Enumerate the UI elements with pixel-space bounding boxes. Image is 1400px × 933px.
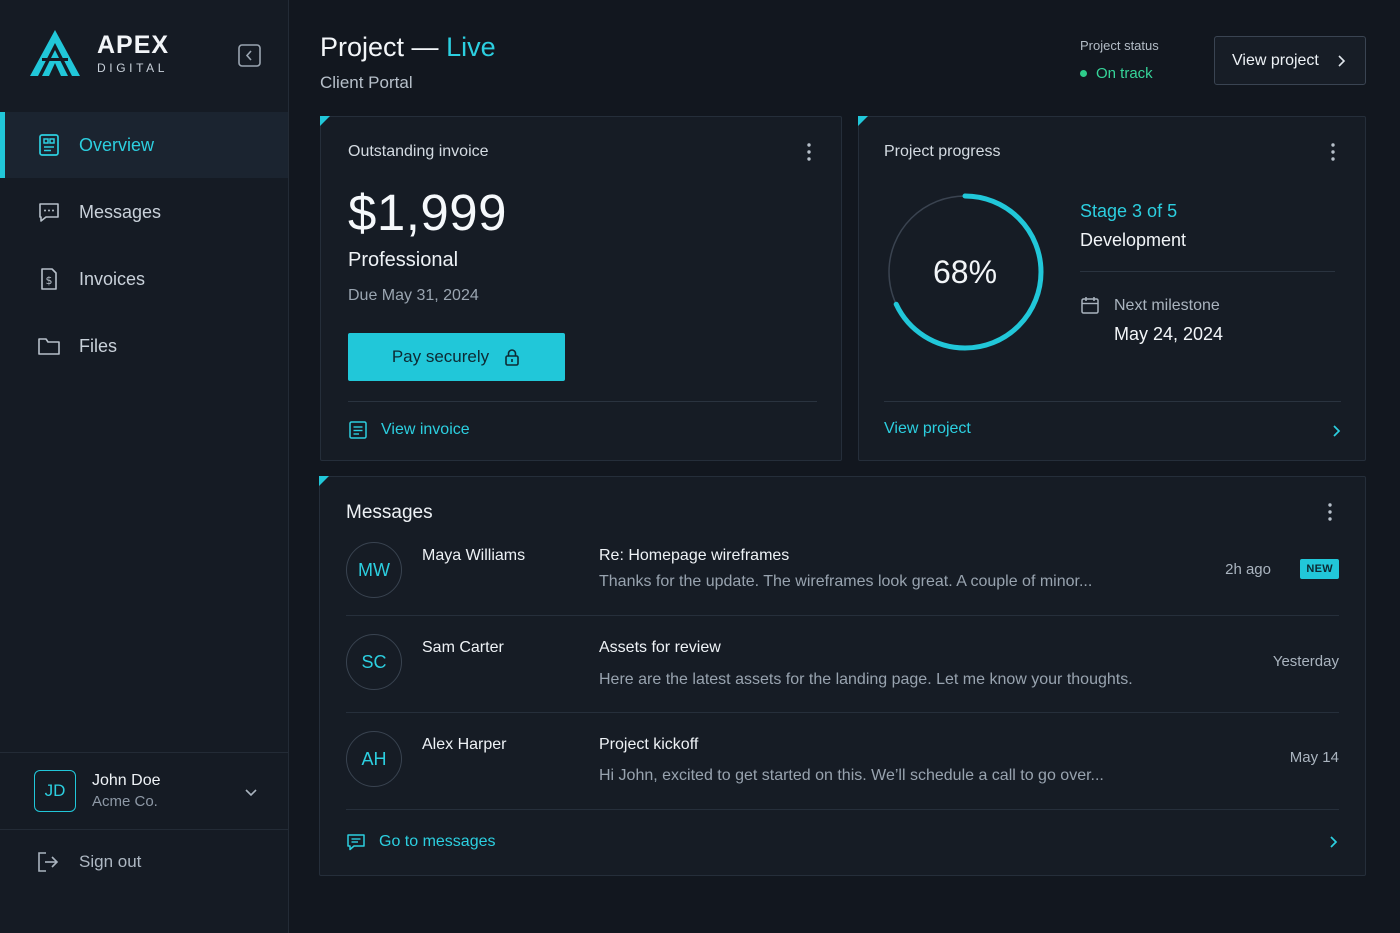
- apex-logo-icon: [30, 30, 80, 76]
- chevron-down-icon[interactable]: [244, 785, 258, 799]
- sidebar-item-label: Files: [79, 335, 118, 356]
- chat-icon: [347, 834, 365, 851]
- brand-subtitle: DIGITAL: [97, 61, 168, 75]
- progress-percent: 68%: [932, 253, 998, 290]
- card-corner-accent: [319, 476, 329, 486]
- sidebar-item-invoices[interactable]: $ Invoices: [0, 246, 288, 312]
- card-title: Outstanding invoice: [348, 143, 489, 160]
- overview-icon: [39, 134, 59, 156]
- messages-card: Messages MW Maya Williams Re: Homepage w…: [319, 476, 1366, 876]
- outstanding-invoice-card: Outstanding invoice $1,999 Professional …: [320, 116, 842, 461]
- calendar-icon: [1081, 297, 1099, 314]
- go-to-messages-link[interactable]: Go to messages: [346, 832, 496, 852]
- message-row[interactable]: SC Sam Carter Assets for review Here are…: [346, 629, 1339, 725]
- next-milestone-label: Next milestone: [1114, 297, 1220, 314]
- chevron-right-icon: [1338, 55, 1346, 67]
- brand-name: APEX: [97, 31, 170, 59]
- sidebar-item-label: Invoices: [79, 268, 146, 289]
- sidebar-item-overview[interactable]: Overview: [0, 112, 288, 178]
- avatar: MW: [346, 542, 402, 598]
- sidebar-item-label: Messages: [79, 201, 162, 222]
- card-title: Project progress: [884, 143, 1001, 160]
- invoice-due-date: Due May 31, 2024: [348, 287, 479, 304]
- divider: [346, 809, 1339, 810]
- project-status-value: On track: [1096, 65, 1153, 82]
- invoice-plan: Professional: [348, 249, 459, 271]
- divider: [346, 615, 1339, 616]
- card-corner-accent: [320, 116, 330, 126]
- avatar: AH: [346, 731, 402, 787]
- more-options-icon[interactable]: [1323, 141, 1343, 163]
- new-badge: NEW: [1300, 559, 1339, 579]
- view-invoice-link[interactable]: View invoice: [348, 420, 470, 440]
- invoice-icon: $: [41, 268, 57, 290]
- sidebar-item-messages[interactable]: Messages: [0, 179, 288, 245]
- message-subject: Re: Homepage wireframes: [599, 547, 790, 564]
- messages-title: Messages: [346, 502, 433, 523]
- message-row[interactable]: AH Alex Harper Project kickoff Hi John, …: [346, 726, 1339, 822]
- divider: [1080, 271, 1335, 272]
- sidebar-item-label: Overview: [79, 134, 155, 155]
- go-to-messages-label: Go to messages: [379, 833, 496, 850]
- project-status-label: Project status: [1080, 38, 1159, 53]
- folder-icon: [38, 338, 60, 355]
- message-time: Yesterday: [1272, 653, 1339, 670]
- message-time: 2h ago: [1225, 561, 1271, 578]
- message-preview: Hi John, excited to get started on this.…: [599, 767, 1104, 784]
- collapse-sidebar-icon: [238, 44, 261, 67]
- sidebar: APEX DIGITAL Overview Messages $ Invoice…: [0, 0, 289, 933]
- message-preview: Thanks for the update. The wireframes lo…: [599, 573, 1093, 590]
- message-sender: Maya Williams: [422, 547, 526, 564]
- more-options-icon[interactable]: [1320, 501, 1340, 523]
- view-project-button[interactable]: View project: [1214, 36, 1366, 85]
- message-preview: Here are the latest assets for the landi…: [599, 671, 1133, 688]
- project-progress-card: Project progress 68% Stage 3 of 5 Develo…: [858, 116, 1366, 461]
- chevron-right-icon[interactable]: [1326, 835, 1340, 849]
- card-corner-accent: [858, 116, 868, 126]
- pay-securely-button[interactable]: Pay securely: [348, 333, 565, 381]
- user-name: John Doe: [92, 772, 161, 789]
- message-row[interactable]: MW Maya Williams Re: Homepage wireframes…: [346, 537, 1339, 633]
- chevron-right-icon[interactable]: [1329, 424, 1343, 438]
- view-project-link-label: View project: [884, 420, 971, 437]
- divider: [346, 712, 1339, 713]
- view-project-link[interactable]: View project: [884, 420, 971, 438]
- next-milestone-date: May 24, 2024: [1114, 324, 1224, 344]
- project-stage-name: Development: [1080, 230, 1187, 250]
- project-status: On track: [1080, 65, 1153, 82]
- chat-icon: [39, 203, 59, 222]
- user-menu[interactable]: JD John Doe Acme Co.: [0, 752, 288, 830]
- sign-out-icon: [38, 852, 59, 872]
- project-stage: Stage 3 of 5: [1080, 201, 1178, 221]
- sidebar-item-files[interactable]: Files: [0, 313, 288, 379]
- lock-icon: [505, 349, 519, 366]
- avatar: SC: [346, 634, 402, 690]
- view-project-label: View project: [1232, 51, 1319, 69]
- page-subtitle: Client Portal: [320, 73, 413, 92]
- view-invoice-label: View invoice: [381, 421, 470, 438]
- sign-out-button[interactable]: Sign out: [36, 850, 141, 874]
- page-title-text: Project —: [320, 32, 439, 62]
- status-dot-icon: [1080, 70, 1087, 77]
- message-subject: Assets for review: [599, 639, 721, 656]
- pay-securely-label: Pay securely: [391, 347, 490, 366]
- divider: [884, 401, 1341, 402]
- message-sender: Sam Carter: [422, 639, 504, 656]
- document-icon: [349, 421, 367, 439]
- svg-text:$: $: [46, 274, 53, 287]
- page-title: Project — Live: [320, 32, 496, 63]
- sidebar-nav: Overview Messages $ Invoices Files: [0, 112, 288, 380]
- brand-logo[interactable]: APEX DIGITAL: [28, 28, 169, 78]
- invoice-amount: $1,999: [348, 184, 507, 241]
- message-sender: Alex Harper: [422, 736, 507, 753]
- message-subject: Project kickoff: [599, 736, 699, 753]
- collapse-sidebar-button[interactable]: [238, 44, 261, 67]
- user-organization: Acme Co.: [92, 793, 158, 810]
- more-options-icon[interactable]: [799, 141, 819, 163]
- divider: [348, 401, 817, 402]
- live-label: Live: [446, 32, 496, 62]
- message-time: May 14: [1289, 749, 1339, 766]
- avatar: JD: [34, 770, 76, 812]
- sign-out-label: Sign out: [79, 852, 142, 871]
